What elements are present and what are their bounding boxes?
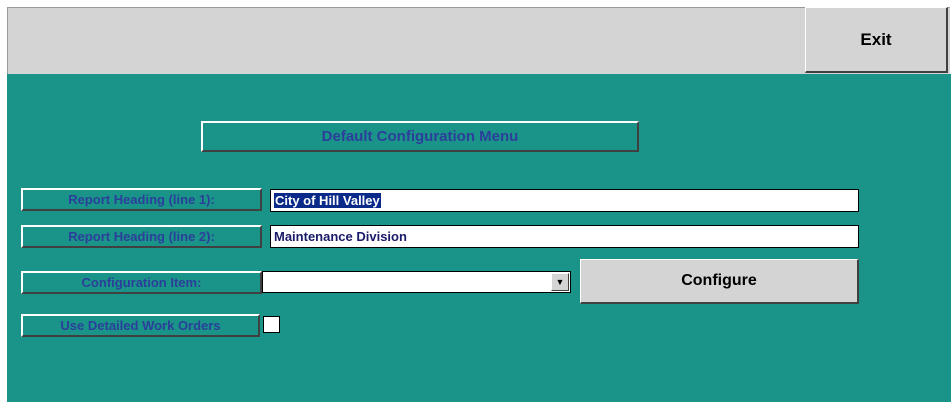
report-heading-1-label: Report Heading (line 1): [21, 188, 262, 211]
report-heading-2-field[interactable]: Maintenance Division [270, 225, 859, 248]
configure-button[interactable]: Configure [580, 259, 859, 304]
exit-button[interactable]: Exit [805, 7, 948, 73]
report-heading-2-label: Report Heading (line 2): [21, 225, 262, 248]
configuration-item-label: Configuration Item: [21, 271, 262, 294]
detailed-work-orders-label: Use Detailed Work Orders [21, 314, 260, 337]
page-title: Default Configuration Menu [201, 121, 639, 152]
detailed-work-orders-checkbox[interactable] [263, 316, 280, 333]
configuration-item-select[interactable]: ▼ [262, 271, 571, 293]
report-heading-1-field[interactable]: City of Hill Valley [270, 189, 859, 212]
report-heading-2-value: Maintenance Division [274, 229, 407, 244]
dropdown-arrow-icon[interactable]: ▼ [551, 273, 569, 291]
report-heading-1-value: City of Hill Valley [274, 193, 381, 208]
